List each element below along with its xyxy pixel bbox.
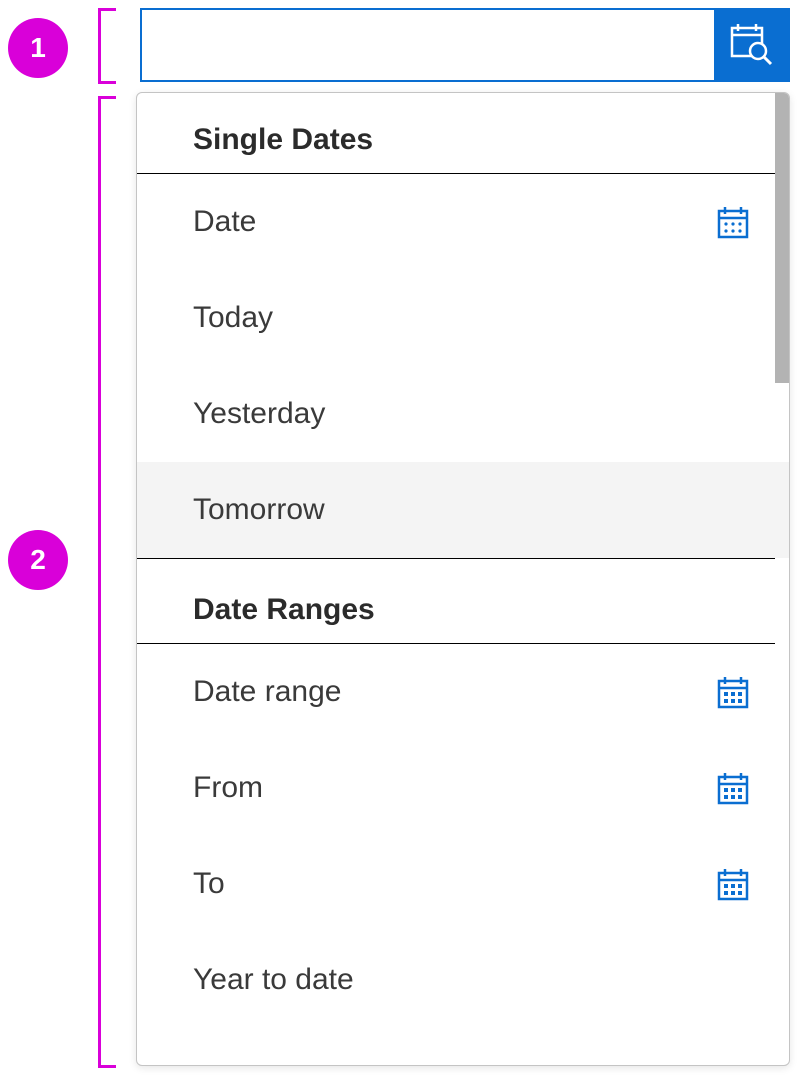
annotation-badge-1-label: 1	[30, 32, 46, 64]
section-header-date-ranges-label: Date Ranges	[193, 593, 375, 626]
annotation-bracket-1	[98, 8, 116, 84]
calendar-range-icon	[713, 672, 753, 712]
date-picker-container: Single Dates Date Today	[136, 8, 790, 1066]
option-year-to-date-label: Year to date	[193, 963, 354, 997]
calendar-search-icon	[728, 21, 774, 70]
section-header-single-dates-label: Single Dates	[193, 123, 373, 156]
option-from-label: From	[193, 771, 263, 805]
option-yesterday-label: Yesterday	[193, 397, 325, 431]
option-date-label: Date	[193, 205, 256, 239]
annotation-bracket-2	[98, 96, 116, 1068]
option-date[interactable]: Date	[137, 174, 789, 270]
section-header-date-ranges: Date Ranges	[137, 559, 775, 644]
option-yesterday[interactable]: Yesterday	[137, 366, 789, 462]
annotation-badge-1: 1	[8, 18, 68, 78]
annotation-badge-2: 2	[8, 530, 68, 590]
date-input[interactable]	[142, 10, 714, 80]
option-date-range[interactable]: Date range	[137, 644, 789, 740]
calendar-range-icon	[713, 768, 753, 808]
open-calendar-button[interactable]	[714, 10, 788, 80]
calendar-single-icon	[713, 202, 753, 242]
option-to-label: To	[193, 867, 225, 901]
option-from[interactable]: From	[137, 740, 789, 836]
option-year-to-date[interactable]: Year to date	[137, 932, 789, 1028]
annotation-badge-2-label: 2	[30, 544, 46, 576]
option-to[interactable]: To	[137, 836, 789, 932]
date-input-row	[140, 8, 790, 82]
section-header-single-dates: Single Dates	[137, 93, 775, 174]
option-today-label: Today	[193, 301, 273, 335]
calendar-range-icon	[713, 864, 753, 904]
scrollbar-thumb[interactable]	[775, 93, 789, 383]
date-options-dropdown: Single Dates Date Today	[136, 92, 790, 1066]
option-today[interactable]: Today	[137, 270, 789, 366]
option-tomorrow[interactable]: Tomorrow	[137, 462, 789, 558]
option-tomorrow-label: Tomorrow	[193, 493, 325, 527]
option-date-range-label: Date range	[193, 675, 341, 709]
